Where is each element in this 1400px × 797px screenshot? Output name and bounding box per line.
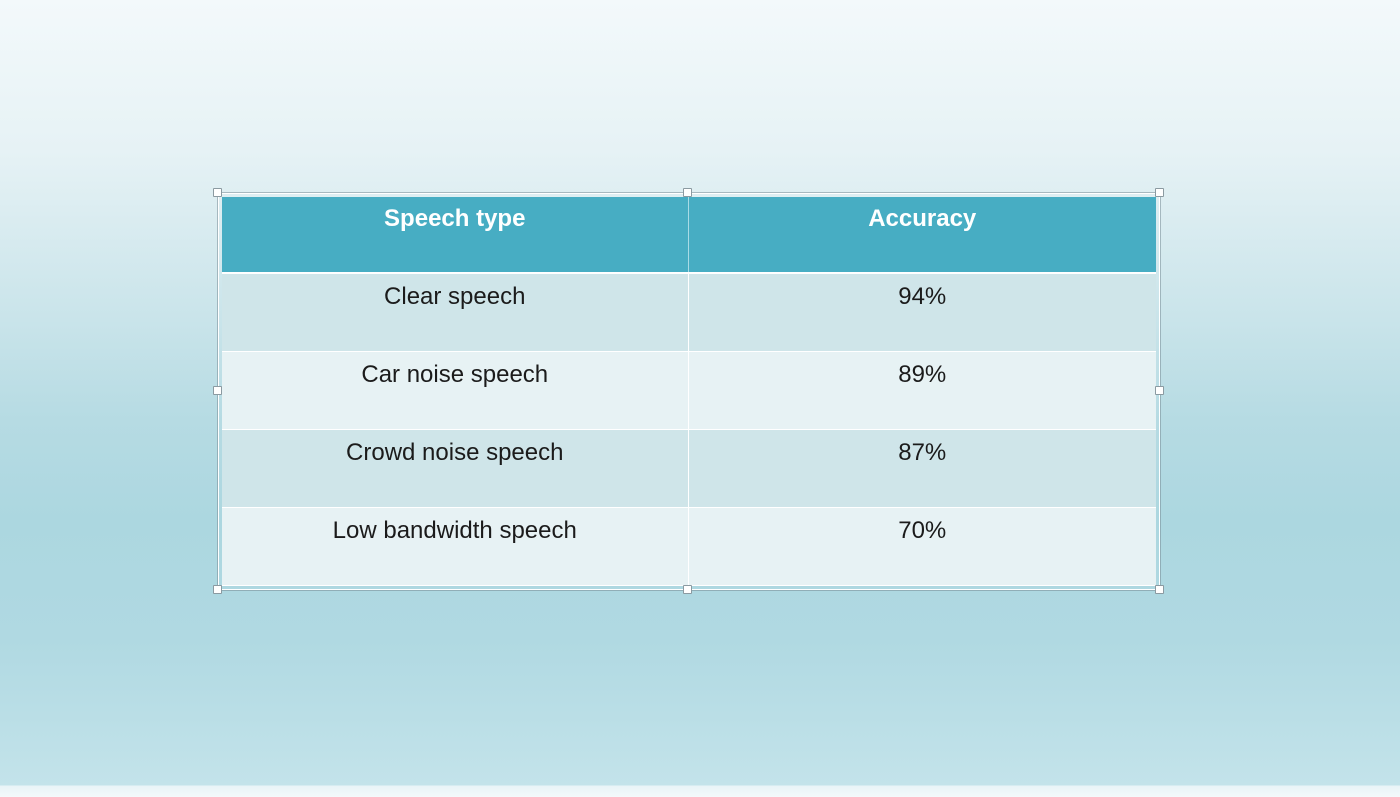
resize-handle-bottom-right[interactable] [1155, 585, 1164, 594]
slide-canvas: Speech type Accuracy Clear speech 94% Ca… [0, 0, 1400, 797]
resize-handle-top-middle[interactable] [683, 188, 692, 197]
table-row: Car noise speech 89% [222, 351, 1156, 430]
resize-handle-bottom-middle[interactable] [683, 585, 692, 594]
table-cell-accuracy[interactable]: 89% [688, 351, 1156, 430]
header-cell-speech-type[interactable]: Speech type [222, 197, 689, 274]
table-cell-accuracy[interactable]: 94% [688, 273, 1156, 352]
table-cell-speech-type[interactable]: Car noise speech [222, 351, 689, 430]
resize-handle-middle-right[interactable] [1155, 386, 1164, 395]
table-header-row: Speech type Accuracy [222, 197, 1156, 274]
table-cell-speech-type[interactable]: Low bandwidth speech [222, 507, 689, 586]
header-cell-accuracy[interactable]: Accuracy [688, 197, 1156, 274]
resize-handle-top-right[interactable] [1155, 188, 1164, 197]
resize-handle-top-left[interactable] [213, 188, 222, 197]
table-cell-accuracy[interactable]: 70% [688, 507, 1156, 586]
table-cell-speech-type[interactable]: Clear speech [222, 273, 689, 352]
table-row: Low bandwidth speech 70% [222, 507, 1156, 586]
table-row: Clear speech 94% [222, 273, 1156, 352]
resize-handle-bottom-left[interactable] [213, 585, 222, 594]
speech-accuracy-table[interactable]: Speech type Accuracy Clear speech 94% Ca… [222, 197, 1156, 586]
table-cell-accuracy[interactable]: 87% [688, 429, 1156, 508]
table-row: Crowd noise speech 87% [222, 429, 1156, 508]
table-cell-speech-type[interactable]: Crowd noise speech [222, 429, 689, 508]
resize-handle-middle-left[interactable] [213, 386, 222, 395]
